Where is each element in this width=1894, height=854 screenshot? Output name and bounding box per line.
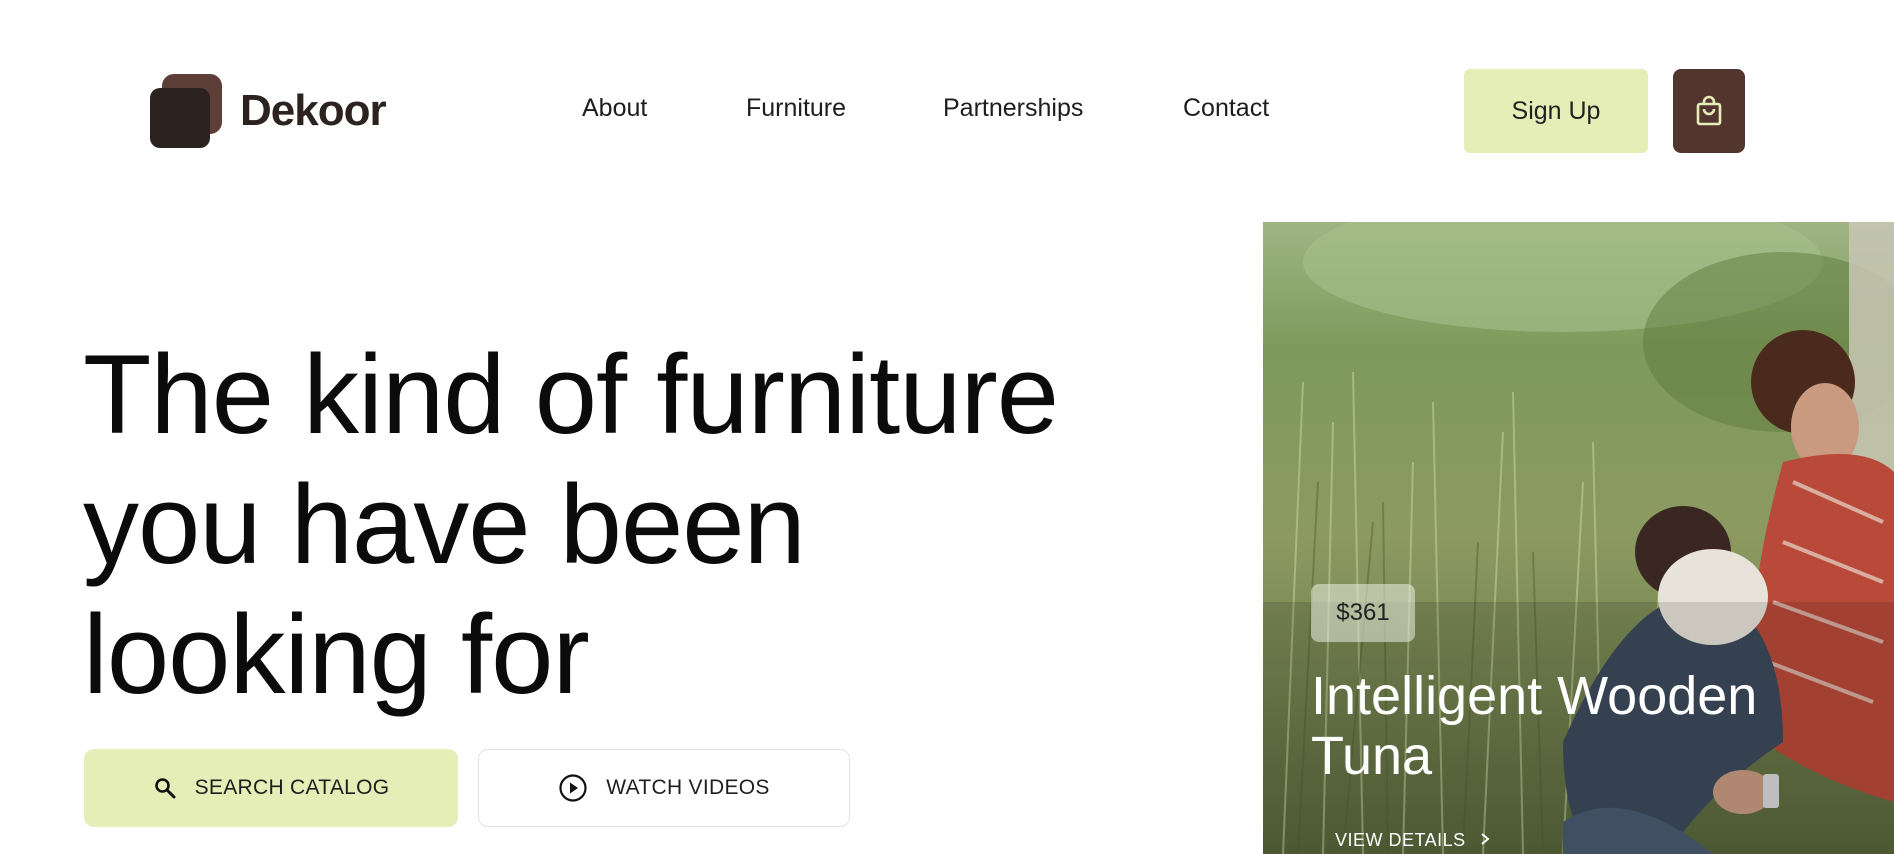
nav-item-furniture[interactable]: Furniture [746,94,846,123]
price-badge: $361 [1311,584,1415,642]
watch-videos-label: WATCH VIDEOS [606,776,770,799]
brand-name: Dekoor [240,86,387,135]
search-catalog-button[interactable]: SEARCH CATALOG [84,749,458,827]
nav-item-about[interactable]: About [582,94,647,123]
product-title: Intelligent Wooden Tuna [1311,666,1758,786]
hero-title-line-2: you have been [83,462,806,587]
chevron-right-icon [1480,830,1490,851]
sign-up-button[interactable]: Sign Up [1464,69,1648,153]
featured-product-card[interactable]: $361 Intelligent Wooden Tuna VIEW DETAIL… [1263,222,1894,854]
view-details-label: VIEW DETAILS [1335,830,1466,850]
hero-title: The kind of furniture you have been look… [83,330,1059,720]
search-catalog-label: SEARCH CATALOG [194,776,390,799]
cart-button[interactable] [1673,69,1745,153]
watch-videos-button[interactable]: WATCH VIDEOS [478,749,850,827]
shopping-bag-icon [1696,95,1722,126]
hero-title-line-1: The kind of furniture [83,332,1059,457]
hero-title-line-3: looking for [83,592,590,717]
nav-item-partnerships[interactable]: Partnerships [943,94,1083,123]
search-icon [153,776,177,800]
view-details-link[interactable]: VIEW DETAILS [1335,830,1490,851]
play-circle-icon [558,773,588,803]
brand-logo[interactable]: Dekoor [150,74,387,148]
logo-icon [150,74,222,148]
nav-item-contact[interactable]: Contact [1183,94,1269,123]
